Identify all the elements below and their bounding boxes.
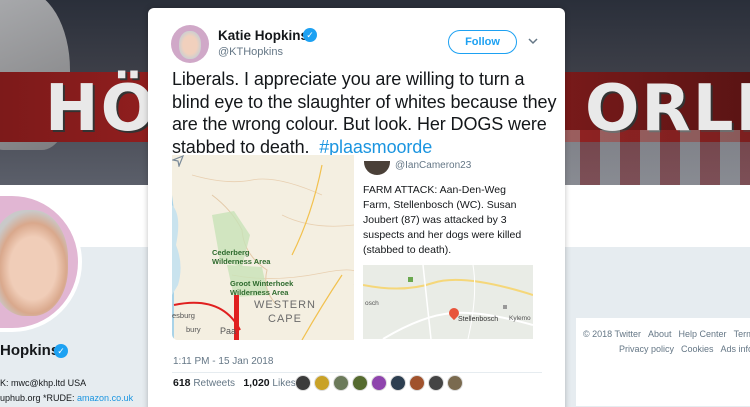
- follow-button[interactable]: Follow: [448, 30, 517, 54]
- quoted-map-label-right: Kylemo: [509, 315, 531, 322]
- footer-cookies-link[interactable]: Cookies: [681, 344, 714, 354]
- liker-avatar[interactable]: [371, 375, 387, 391]
- profile-name[interactable]: Hopkins: [0, 342, 59, 359]
- quoted-map-city: Stellenbosch: [458, 316, 499, 323]
- retweets-label[interactable]: Retweets: [193, 378, 235, 389]
- map-label-winterhoek: Groot Winterhoek Wilderness Area: [230, 279, 294, 297]
- likes-count[interactable]: 1,020: [243, 377, 269, 389]
- likes-label[interactable]: Likes: [272, 378, 295, 389]
- profile-bio-line-2: uphub.org *RUDE: amazon.co.uk: [0, 393, 134, 403]
- footer-ads-link[interactable]: Ads info: [721, 344, 750, 354]
- tweet-timestamp[interactable]: 1:11 PM - 15 Jan 2018: [173, 356, 273, 367]
- tweet-modal: Katie Hopkins ✓ @KTHopkins Follow Libera…: [148, 8, 565, 407]
- footer-links: © 2018 Twitter About Help Center Terms P…: [583, 329, 750, 359]
- footer-help-link[interactable]: Help Center: [679, 329, 727, 339]
- footer-about-link[interactable]: About: [648, 329, 672, 339]
- chevron-down-icon[interactable]: [528, 36, 538, 46]
- map-label-left-fragment: esburg: [172, 311, 195, 320]
- liker-avatar[interactable]: [295, 375, 311, 391]
- stats-divider: [172, 372, 542, 373]
- author-name[interactable]: Katie Hopkins: [218, 28, 308, 43]
- footer-terms-link[interactable]: Terms: [734, 329, 750, 339]
- tweet-stats: 618 Retweets 1,020 Likes: [173, 377, 296, 389]
- hashtag-link[interactable]: #plaasmoorde: [319, 137, 432, 157]
- map-label-paarl-fragment: Paa: [220, 326, 237, 336]
- map-label-cape: CAPE: [268, 313, 302, 325]
- profile-bio-line-1: K: mwc@khp.ltd USA: [0, 378, 87, 388]
- retweets-count[interactable]: 618: [173, 377, 191, 389]
- quoted-tweet-text: FARM ATTACK: Aan-Den-Weg Farm, Stellenbo…: [363, 184, 522, 256]
- liker-avatars: [295, 375, 463, 391]
- banner-word-left: HÖ: [45, 72, 157, 146]
- profile-verified-icon: ✓: [54, 344, 68, 358]
- tweet-text: Liberals. I appreciate you are willing t…: [172, 69, 557, 157]
- map-label-western: WESTERN: [254, 299, 316, 311]
- verified-badge-icon: ✓: [303, 28, 317, 42]
- footer-privacy-link[interactable]: Privacy policy: [619, 344, 674, 354]
- liker-avatar[interactable]: [428, 375, 444, 391]
- author-handle[interactable]: @KTHopkins: [218, 46, 283, 58]
- map-label-bottom-fragment: bury: [186, 325, 201, 334]
- liker-avatar[interactable]: [333, 375, 349, 391]
- quoted-map-label-left: osch: [365, 300, 379, 307]
- footer-copyright: © 2018 Twitter: [583, 329, 641, 339]
- quoted-author-handle[interactable]: @IanCameron23: [395, 160, 471, 171]
- navigation-arrow-icon: [172, 155, 184, 167]
- author-avatar[interactable]: [171, 25, 209, 63]
- liker-avatar[interactable]: [409, 375, 425, 391]
- map-image[interactable]: Cederberg Wilderness Area Groot Winterho…: [172, 155, 354, 340]
- profile-bio-link[interactable]: amazon.co.uk: [77, 393, 133, 403]
- quoted-author-avatar[interactable]: [364, 161, 390, 175]
- banner-flag: [560, 130, 750, 185]
- liker-avatar[interactable]: [314, 375, 330, 391]
- quoted-map-graphic: [363, 265, 533, 339]
- map-label-cederberg: Cederberg Wilderness Area: [212, 248, 271, 266]
- quoted-map-image[interactable]: osch Kylemo Stellenbosch: [363, 265, 533, 339]
- liker-avatar[interactable]: [447, 375, 463, 391]
- liker-avatar[interactable]: [390, 375, 406, 391]
- liker-avatar[interactable]: [352, 375, 368, 391]
- quoted-tweet-card[interactable]: Cederberg Wilderness Area Groot Winterho…: [172, 155, 542, 348]
